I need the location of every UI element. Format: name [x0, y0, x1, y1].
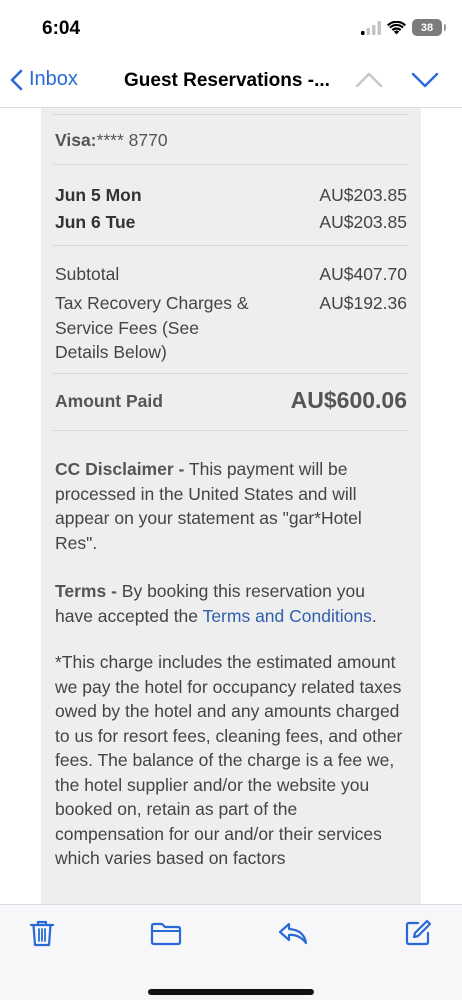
amount-paid-row: Amount Paid AU$600.06	[55, 387, 407, 413]
nav-bar: Inbox Guest Reservations -...	[0, 56, 462, 108]
terms-heading: Terms -	[55, 581, 117, 601]
battery-icon: 38	[412, 19, 446, 36]
cc-disclaimer: CC Disclaimer - This payment will be pro…	[55, 457, 405, 555]
tax-label-line: Details Below)	[55, 342, 167, 362]
night-amount: AU$203.85	[319, 185, 407, 205]
next-message-button[interactable]	[410, 69, 440, 96]
wifi-icon	[387, 20, 406, 34]
charge-note: *This charge includes the estimated amou…	[55, 652, 403, 868]
cc-disclaimer-heading: CC Disclaimer -	[55, 459, 185, 479]
previous-message-button[interactable]	[354, 69, 384, 96]
subtotal-row: Subtotal AU$407.70	[55, 264, 407, 285]
divider	[53, 114, 409, 115]
terms-and-conditions-link[interactable]: Terms and Conditions	[203, 606, 372, 626]
card-number: **** 8770	[96, 130, 168, 150]
amount-paid-value: AU$600.06	[290, 387, 407, 413]
tax-label-line: Service Fees (See	[55, 317, 199, 338]
subtotal-amount: AU$407.70	[319, 264, 407, 284]
battery-level: 38	[420, 21, 434, 34]
receipt-panel: Visa:**** 8770 Jun 5 Mon AU$203.85 Jun 6…	[41, 108, 421, 904]
night-row: Jun 5 Mon AU$203.85	[55, 185, 407, 206]
trash-icon	[29, 920, 55, 947]
home-indicator	[148, 989, 314, 995]
night-amount: AU$203.85	[319, 212, 407, 232]
card-label: Visa:	[55, 130, 97, 150]
chevron-left-icon	[10, 69, 23, 90]
signal-icon	[361, 20, 381, 35]
night-date: Jun 6 Tue	[55, 212, 136, 232]
status-bar: 6:04 38	[0, 0, 462, 56]
terms-paragraph: Terms - By booking this reservation you …	[55, 579, 405, 628]
divider	[53, 430, 409, 431]
delete-button[interactable]	[29, 919, 55, 952]
email-subject-title: Guest Reservations -...	[124, 70, 330, 91]
bottom-toolbar	[0, 904, 462, 1000]
tax-row: Tax Recovery Charges & Service Fees (See…	[55, 291, 407, 365]
back-label: Inbox	[29, 68, 78, 90]
tax-amount: AU$192.36	[319, 293, 407, 313]
status-time: 6:04	[42, 18, 81, 39]
folder-icon	[150, 922, 182, 946]
night-date: Jun 5 Mon	[55, 185, 142, 205]
divider	[53, 245, 409, 246]
divider	[53, 164, 409, 165]
compose-icon	[405, 919, 432, 946]
chevron-down-icon	[411, 72, 439, 88]
night-row: Jun 6 Tue AU$203.85	[55, 212, 407, 233]
reply-button[interactable]	[277, 921, 309, 952]
amount-paid-label: Amount Paid	[55, 391, 163, 411]
email-body[interactable]: Visa:**** 8770 Jun 5 Mon AU$203.85 Jun 6…	[0, 108, 462, 904]
chevron-up-icon	[355, 72, 383, 88]
terms-end: .	[371, 605, 377, 626]
divider	[53, 373, 409, 374]
move-to-folder-button[interactable]	[150, 922, 182, 951]
subtotal-label: Subtotal	[55, 264, 120, 284]
status-icons: 38	[361, 19, 446, 36]
back-to-inbox-button[interactable]: Inbox	[10, 68, 78, 91]
payment-card-row: Visa:**** 8770	[55, 130, 407, 151]
compose-button[interactable]	[404, 919, 432, 952]
reply-icon	[278, 922, 308, 945]
